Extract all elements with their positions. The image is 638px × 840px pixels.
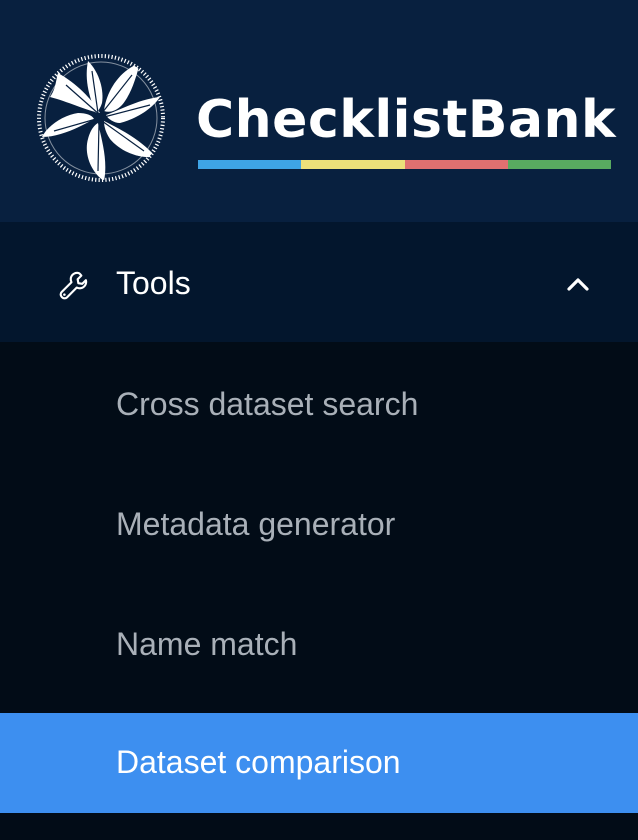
sidebar-bottom — [0, 814, 638, 840]
checklistbank-logo-icon — [37, 54, 165, 182]
submenu-item-label: Cross dataset search — [116, 386, 419, 422]
brand-bar-segment-green — [507, 160, 611, 169]
logo-area[interactable]: ChecklistBank — [0, 0, 638, 222]
submenu-item-name-match[interactable]: Name match — [0, 582, 638, 702]
submenu-item-dataset-comparison[interactable]: Dataset comparison — [0, 713, 638, 813]
brand-bar-segment-blue — [198, 160, 302, 169]
submenu-item-metadata-generator[interactable]: Metadata generator — [0, 462, 638, 582]
submenu-item-cross-dataset-search[interactable]: Cross dataset search — [0, 342, 638, 462]
brand-color-bar — [198, 160, 611, 169]
chevron-up-icon[interactable] — [566, 276, 590, 292]
menu-tools-title: Tools — [116, 265, 191, 301]
submenu-item-label: Metadata generator — [116, 506, 396, 542]
submenu-item-label: Dataset comparison — [116, 744, 401, 780]
tools-submenu: Cross dataset search Metadata generator … — [0, 342, 638, 813]
submenu-item-label: Name match — [116, 626, 298, 662]
sidebar: ChecklistBank Tools Cross dataset search… — [0, 0, 638, 840]
menu-tools-header[interactable]: Tools — [0, 222, 638, 342]
wrench-icon — [59, 271, 88, 300]
brand-bar-segment-yellow — [301, 160, 405, 169]
brand-name: ChecklistBank — [196, 90, 617, 150]
brand-bar-segment-red — [404, 160, 508, 169]
